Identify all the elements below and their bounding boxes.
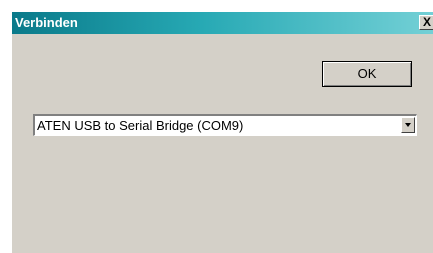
ok-button[interactable]: OK (322, 61, 412, 87)
port-select[interactable]: ATEN USB to Serial Bridge (COM9) (33, 114, 417, 136)
dialog-window: Verbinden X OK ATEN USB to Serial Bridge… (12, 12, 433, 253)
close-icon: X (422, 15, 431, 29)
port-select-value: ATEN USB to Serial Bridge (COM9) (37, 118, 244, 133)
ok-button-label: OK (357, 66, 377, 81)
title-bar[interactable]: Verbinden X (12, 12, 433, 34)
window-title: Verbinden (15, 15, 78, 30)
close-button[interactable]: X (419, 15, 433, 30)
dropdown-button[interactable] (401, 117, 415, 133)
chevron-down-icon (405, 123, 411, 127)
